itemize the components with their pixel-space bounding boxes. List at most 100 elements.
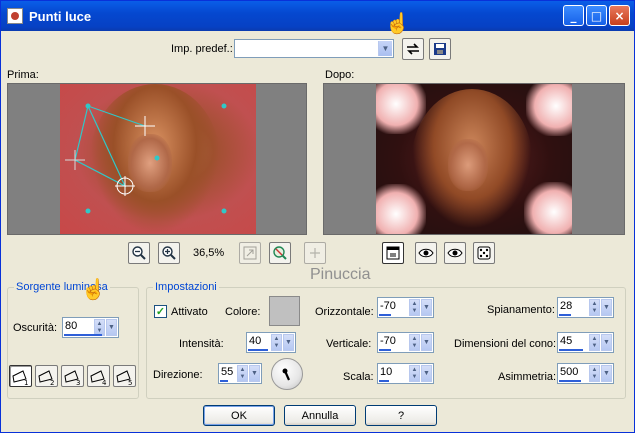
maximize-button[interactable]: □ [586, 5, 607, 26]
asymmetry-bar [559, 380, 581, 382]
chevron-down-icon[interactable]: ▼ [283, 334, 294, 351]
chevron-down-icon[interactable]: ▼ [601, 299, 612, 316]
navigate-button[interactable] [269, 242, 291, 264]
spin-arrows-icon[interactable]: ▲ ▼ [409, 299, 420, 316]
light-1-button[interactable]: 1 [9, 365, 32, 387]
preset-reset-button[interactable] [402, 38, 424, 60]
watermark-text: Pinuccia [310, 266, 371, 283]
spin-arrows-icon[interactable]: ▲ ▼ [589, 365, 600, 382]
eye-icon [447, 248, 463, 258]
spin-arrows-icon[interactable]: ▲ ▼ [409, 365, 420, 382]
close-button[interactable]: × [609, 5, 630, 26]
chevron-down-icon[interactable]: ▼ [421, 334, 432, 351]
save-preset-button[interactable] [429, 38, 451, 60]
spotlight-icon: 4 [90, 370, 107, 387]
chevron-down-icon[interactable]: ▼ [106, 319, 117, 336]
smoothing-spinner[interactable]: 28 ▲ ▼ ▼ [557, 297, 614, 318]
proof-button[interactable] [444, 242, 466, 264]
preset-dropdown[interactable]: ▼ [234, 39, 394, 58]
light-3-button[interactable]: 3 [61, 365, 84, 387]
pointing-hand-icon: ☝ [385, 13, 410, 35]
zoom-in-button[interactable] [158, 242, 180, 264]
before-pane-label: Prima: [7, 69, 39, 81]
light-5-button[interactable]: 5 [113, 365, 136, 387]
preview-toggle-button[interactable] [382, 242, 404, 264]
light-4-number: 4 [102, 379, 107, 386]
help-button[interactable]: ? [365, 405, 437, 426]
scale-spinner[interactable]: 10 ▲ ▼ ▼ [377, 363, 434, 384]
chevron-down-icon[interactable]: ▼ [601, 334, 612, 351]
cone-size-spinner[interactable]: 45 ▲ ▼ ▼ [557, 332, 614, 353]
darkness-spinner[interactable]: 80 ▲ ▼ ▼ [62, 317, 119, 338]
asymmetry-spinner[interactable]: 500 ▲ ▼ ▼ [557, 363, 614, 384]
fit-window-icon [243, 246, 257, 260]
darkness-value: 80 [65, 320, 78, 332]
spin-arrows-icon[interactable]: ▲ ▼ [237, 365, 248, 382]
light-4-button[interactable]: 4 [87, 365, 110, 387]
intensity-label: Intensità: [179, 338, 224, 350]
chevron-down-icon[interactable]: ▼ [421, 365, 432, 382]
cone-size-bar [559, 349, 583, 351]
scale-label: Scala: [343, 371, 374, 383]
zoom-out-icon [132, 246, 146, 260]
horizontal-spinner[interactable]: -70 ▲ ▼ ▼ [377, 297, 434, 318]
cone-size-label: Dimensioni del cono: [454, 338, 557, 350]
preset-label: Imp. predef.: [171, 43, 233, 55]
horizontal-bar [379, 314, 391, 316]
direction-spinner[interactable]: 55 ▲ ▼ ▼ [218, 363, 262, 384]
spotlight-icon: 2 [38, 370, 54, 387]
spin-arrows-icon[interactable]: ▲ ▼ [589, 334, 600, 351]
light-2-button[interactable]: 2 [35, 365, 58, 387]
eye-icon [418, 248, 434, 258]
vertical-value: -70 [380, 335, 396, 347]
before-image[interactable] [60, 84, 256, 234]
direction-dial[interactable] [271, 358, 303, 390]
pan-button[interactable] [304, 242, 326, 264]
zoom-in-icon [162, 246, 176, 260]
zoom-level: 36,5% [193, 247, 225, 259]
pointing-hand-icon: ☝ [81, 279, 106, 301]
spin-arrows-icon[interactable]: ▲ ▼ [271, 334, 282, 351]
intensity-spinner[interactable]: 40 ▲ ▼ ▼ [246, 332, 296, 353]
enabled-checkbox[interactable]: ✓ [154, 305, 167, 318]
light-handles-overlay[interactable] [60, 84, 256, 234]
swap-arrows-icon [407, 43, 419, 55]
floppy-disk-icon [434, 43, 446, 55]
randomize-button[interactable] [473, 242, 495, 264]
smoothing-value: 28 [560, 300, 573, 312]
spin-arrows-icon[interactable]: ▲ ▼ [409, 334, 420, 351]
intensity-value: 40 [249, 335, 262, 347]
intensity-bar [248, 349, 268, 351]
minimize-button[interactable]: _ [563, 5, 584, 26]
color-label: Colore: [225, 306, 261, 318]
spotlight-icon: 1 [12, 370, 28, 387]
horizontal-label: Orizzontale: [315, 306, 374, 318]
title-bar[interactable]: Punti luce _ □ × [1, 1, 634, 31]
spin-arrows-icon[interactable]: ▲ ▼ [589, 299, 600, 316]
asymmetry-label: Asimmetria: [498, 371, 557, 383]
before-preview[interactable] [7, 83, 307, 235]
light-1-number: 1 [24, 379, 28, 386]
light-beam [524, 182, 572, 234]
vertical-spinner[interactable]: -70 ▲ ▼ ▼ [377, 332, 434, 353]
color-swatch[interactable] [269, 296, 300, 326]
after-pane-label: Dopo: [325, 69, 355, 81]
darkness-label: Oscurità: [13, 322, 58, 334]
chevron-down-icon[interactable]: ▼ [601, 365, 612, 382]
fit-window-button[interactable] [239, 242, 261, 264]
zoom-out-button[interactable] [128, 242, 150, 264]
spotlight-icon: 3 [64, 370, 80, 387]
darkness-bar [64, 334, 102, 336]
light-2-number: 2 [50, 379, 54, 386]
chevron-down-icon[interactable]: ▼ [421, 299, 432, 316]
auto-proof-button[interactable] [415, 242, 437, 264]
ok-button[interactable]: OK [203, 405, 275, 426]
cancel-button[interactable]: Annulla [284, 405, 356, 426]
direction-bar [220, 380, 228, 382]
smoothing-label: Spianamento: [487, 304, 555, 316]
after-preview [323, 83, 625, 235]
light-3-number: 3 [76, 379, 80, 386]
dice-icon [477, 246, 491, 260]
chevron-down-icon[interactable]: ▼ [249, 365, 260, 382]
window-title: Punti luce [29, 8, 92, 24]
